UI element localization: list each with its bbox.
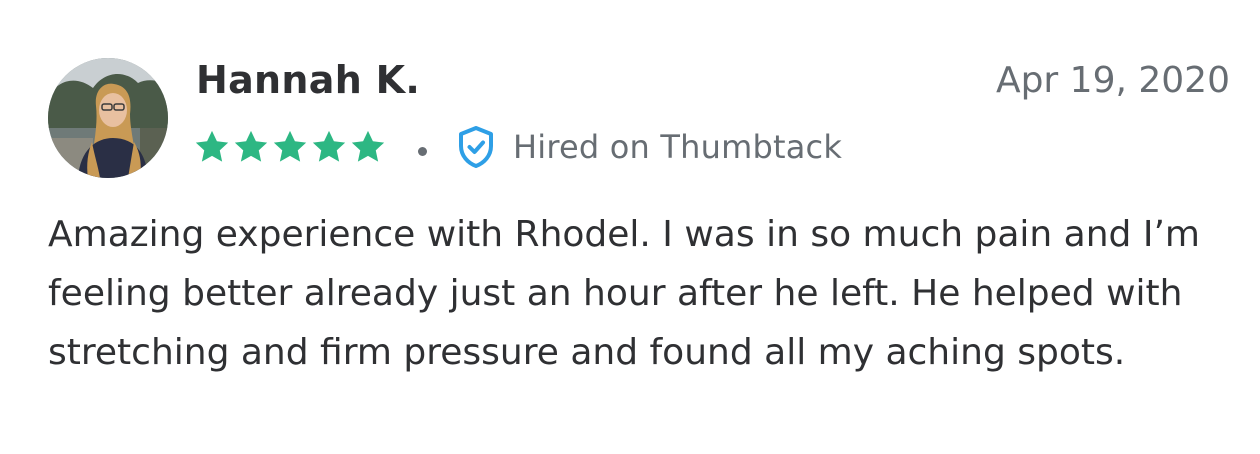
star-rating [193, 128, 388, 166]
review-card: Hannah K. Apr 19, 2020 Hired on Thumbtac… [0, 0, 1260, 454]
avatar-photo [48, 58, 168, 178]
avatar[interactable] [48, 58, 168, 178]
reviewer-name[interactable]: Hannah K. [196, 58, 420, 102]
star-icon [234, 130, 268, 162]
star-icon [273, 130, 307, 162]
shield-check-icon [459, 126, 493, 168]
star-icon [195, 130, 229, 162]
review-date: Apr 19, 2020 [995, 60, 1230, 101]
star-icon [351, 130, 385, 162]
star-icon [312, 130, 346, 162]
review-meta: Hired on Thumbtack [193, 124, 842, 170]
review-body: Amazing experience with Rhodel. I was in… [48, 214, 1200, 373]
separator-dot [418, 146, 427, 156]
hired-on-thumbtack-label: Hired on Thumbtack [513, 128, 843, 166]
